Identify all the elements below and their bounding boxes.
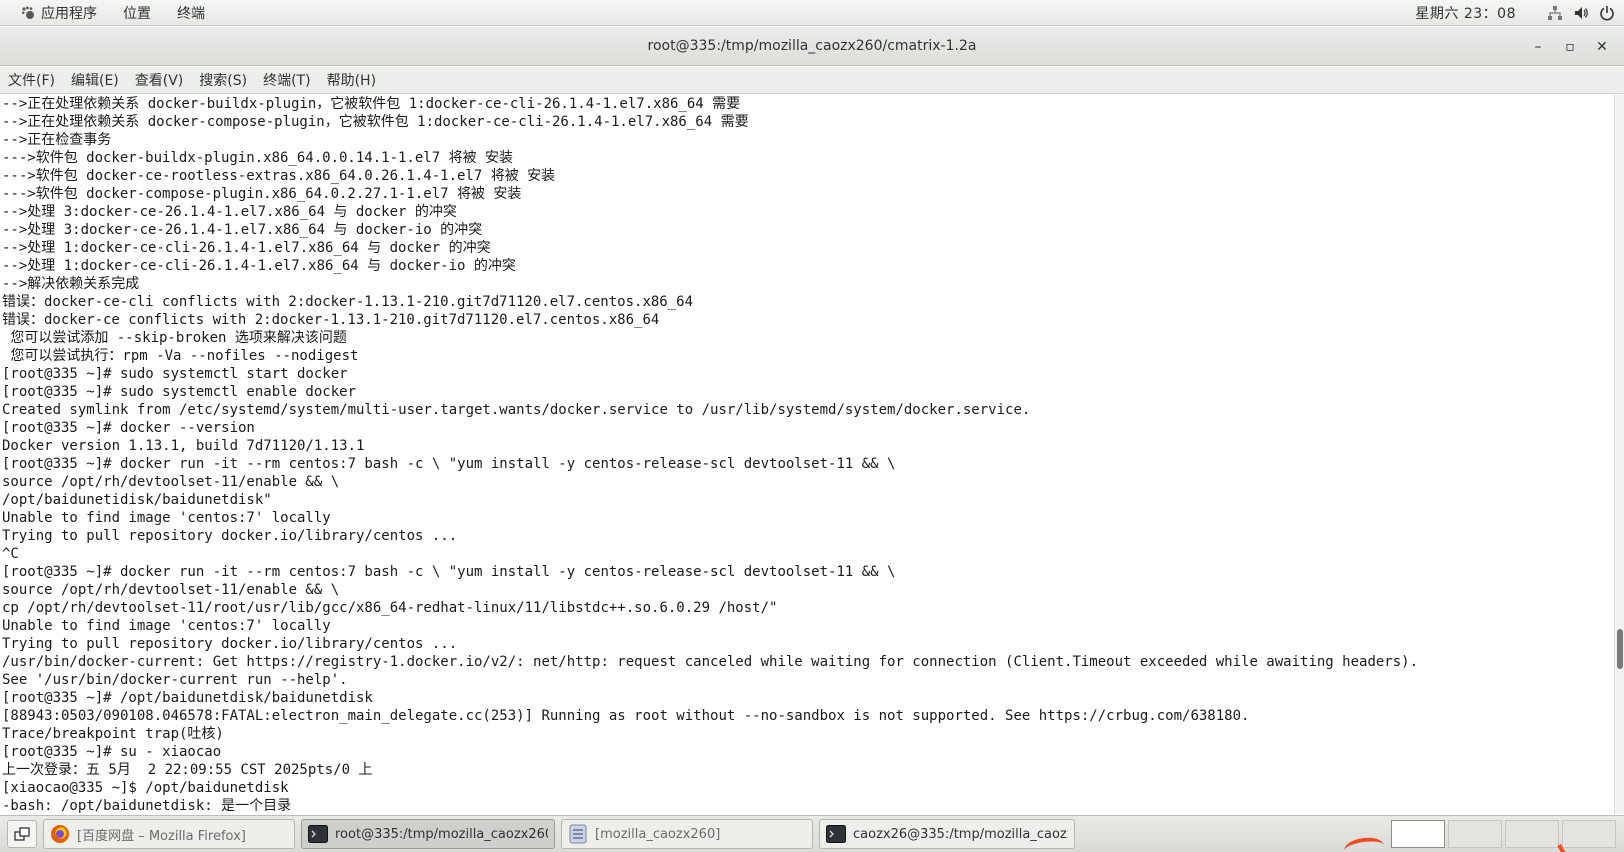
terminal-line: See '/usr/bin/docker-current run --help'… [2,672,348,688]
terminal-line: -->正在处理依赖关系 docker-compose-plugin，它被软件包 … [2,114,749,130]
show-desktop-icon [14,827,30,841]
terminal-line: Trying to pull repository docker.io/libr… [2,636,458,652]
workspace-2[interactable] [1448,820,1502,848]
terminal-line: Unable to find image 'centos:7' locally [2,510,331,526]
terminal-line: --->软件包 docker-buildx-plugin.x86_64.0.0.… [2,150,514,166]
menu-file[interactable]: 文件(F) [0,67,63,93]
terminal-line: --->软件包 docker-compose-plugin.x86_64.0.2… [2,186,522,202]
terminal-line: ^C [2,546,19,562]
terminal-line: source /opt/rh/devtoolset-11/enable && \ [2,474,340,490]
task-caozx-terminal[interactable]: caozx26@335:/tmp/mozilla_caozx… [819,819,1075,849]
terminal-line: -->正在检查事务 [2,132,112,148]
menu-search[interactable]: 搜索(S) [191,67,255,93]
terminal-line: [root@335 ~]# su - xiaocao [2,744,222,760]
terminal-line: [root@335 ~]# docker run -it --rm centos… [2,564,896,580]
folder-icon [568,824,588,844]
menubar: 文件(F) 编辑(E) 查看(V) 搜索(S) 终端(T) 帮助(H) [0,67,1624,94]
places-menu-label: 位置 [123,5,151,22]
show-desktop-button[interactable] [7,820,37,848]
terminal-icon [308,824,328,844]
terminal-line: Created symlink from /etc/systemd/system… [2,402,1031,418]
terminal-line: 错误：docker-ce-cli conflicts with 2:docker… [2,294,694,310]
terminal-line: [root@335 ~]# /opt/baidunetdisk/baidunet… [2,690,373,706]
terminal-line: 您可以尝试执行：rpm -Va --nofiles --nodigest [2,348,359,364]
terminal-line: [root@335 ~]# sudo systemctl enable dock… [2,384,357,400]
places-menu[interactable]: 位置 [110,0,164,25]
menu-edit[interactable]: 编辑(E) [63,67,127,93]
window-titlebar[interactable]: root@335:/tmp/mozilla_caozx260/cmatrix-1… [0,27,1624,66]
terminal-line: Trace/breakpoint trap(吐核) [2,726,224,742]
terminal-scrollbar[interactable] [1614,95,1624,814]
terminal-line: /opt/baidunetidisk/baidunetdisk" [2,492,272,508]
task-label: caozx26@335:/tmp/mozilla_caozx… [853,826,1068,842]
gnome-foot-icon [21,6,35,20]
clock[interactable]: 星期六 23：08 [1415,3,1516,23]
terminal-line: [88943:0503/090108.046578:FATAL:electron… [2,708,1250,724]
workspace-switcher [1388,820,1616,848]
terminal-line: Unable to find image 'centos:7' locally [2,618,331,634]
terminal-line: [root@335 ~]# docker run -it --rm centos… [2,456,896,472]
task-label: root@335:/tmp/mozilla_caozx260/… [335,826,548,842]
top-panel-menu: 应用程序 位置 终端 [0,0,218,25]
terminal-line: -->处理 3:docker-ce-26.1.4-1.el7.x86_64 与 … [2,222,483,238]
terminal-app-menu-label: 终端 [177,5,205,22]
terminal-icon [826,824,846,844]
terminal-line: cp /opt/rh/devtoolset-11/root/usr/lib/gc… [2,600,778,616]
power-icon[interactable] [1598,4,1616,22]
scrollbar-thumb[interactable] [1617,629,1623,669]
task-label: [百度网盘 – Mozilla Firefox] [77,828,246,844]
terminal-line: -->处理 3:docker-ce-26.1.4-1.el7.x86_64 与 … [2,204,457,220]
task-file-manager[interactable]: [mozilla_caozx260] [561,819,813,849]
task-label: [mozilla_caozx260] [595,826,721,842]
terminal-line: --->软件包 docker-ce-rootless-extras.x86_64… [2,168,556,184]
terminal-line: -->处理 1:docker-ce-cli-26.1.4-1.el7.x86_6… [2,258,516,274]
workspace-3[interactable] [1505,820,1559,848]
menu-help[interactable]: 帮助(H) [319,67,384,93]
applications-menu[interactable]: 应用程序 [8,0,110,25]
menu-view[interactable]: 查看(V) [127,67,192,93]
task-firefox[interactable]: [百度网盘 – Mozilla Firefox] [43,819,295,849]
terminal-line: 错误：docker-ce conflicts with 2:docker-1.1… [2,312,660,328]
applications-menu-label: 应用程序 [41,5,97,22]
terminal-line: [root@335 ~]# docker --version [2,420,255,436]
terminal-line: 上一次登录：五 5月 2 22:09:55 CST 2025pts/0 上 [2,762,373,778]
close-button[interactable]: ✕ [1586,34,1618,60]
terminal-line: -->解决依赖关系完成 [2,276,140,292]
workspace-1[interactable] [1391,820,1445,848]
maximize-button[interactable]: ▫ [1554,34,1586,60]
terminal-line: [root@335 ~]# sudo systemctl start docke… [2,366,348,382]
terminal-line: 您可以尝试添加 --skip-broken 选项来解决该问题 [2,330,347,346]
terminal-line: -bash: /opt/baidunetdisk: 是一个目录 [2,798,292,814]
terminal-line: Docker version 1.13.1, build 7d71120/1.1… [2,438,365,454]
terminal-app-menu[interactable]: 终端 [164,0,218,25]
terminal-output[interactable]: -->正在处理依赖关系 docker-buildx-plugin，它被软件包 1… [0,95,1614,814]
terminal-line: [xiaocao@335 ~]$ /opt/baidunetdisk [2,780,289,796]
top-panel-status: 星期六 23：08 [1415,0,1624,26]
menu-terminal[interactable]: 终端(T) [255,67,318,93]
terminal-line: -->处理 1:docker-ce-cli-26.1.4-1.el7.x86_6… [2,240,491,256]
volume-icon[interactable] [1572,4,1590,22]
terminal-line: -->正在处理依赖关系 docker-buildx-plugin，它被软件包 1… [2,96,741,112]
firefox-icon [50,824,70,844]
minimize-button[interactable]: – [1522,34,1554,60]
window-controls: – ▫ ✕ [1522,27,1618,66]
top-panel: 应用程序 位置 终端 星期六 23：08 [0,0,1624,26]
terminal-line: /usr/bin/docker-current: Get https://reg… [2,654,1419,670]
terminal-line: Trying to pull repository docker.io/libr… [2,528,458,544]
window-title: root@335:/tmp/mozilla_caozx260/cmatrix-1… [647,38,977,54]
terminal-line: source /opt/rh/devtoolset-11/enable && \ [2,582,340,598]
network-icon[interactable] [1546,4,1564,22]
task-root-terminal[interactable]: root@335:/tmp/mozilla_caozx260/… [301,819,555,849]
